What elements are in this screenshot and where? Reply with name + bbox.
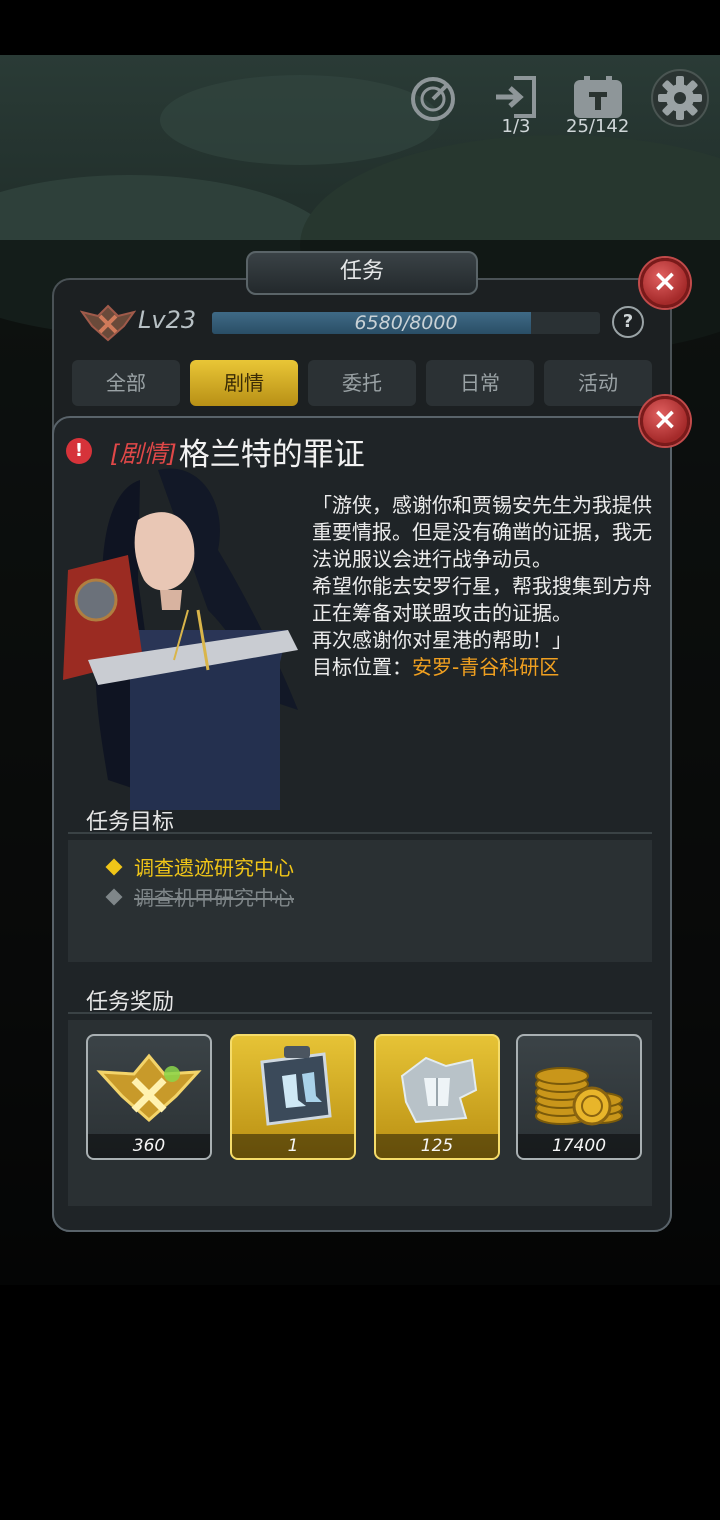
xp-bar: 6580/8000	[212, 312, 600, 334]
rank-badge-icon	[80, 304, 136, 342]
quest-description-line-3: 再次感谢你对星港的帮助！」	[312, 628, 572, 652]
gold-coins-icon	[535, 1067, 623, 1126]
objective-item: 调查机甲研究中心	[105, 882, 294, 911]
calendar-icon	[573, 76, 622, 118]
quest-category-tabs: 全部 剧情 委托 日常 活动	[72, 360, 652, 408]
reward-qty: 17400	[518, 1134, 640, 1158]
modal-close-button[interactable]: ×	[640, 396, 690, 446]
help-button[interactable]: ?	[612, 306, 644, 338]
player-level: Lv23	[138, 306, 197, 334]
calendar-button[interactable]: 25/142	[566, 74, 629, 137]
target-label: 目标位置：	[312, 655, 412, 679]
rank-emblem-icon	[96, 1053, 202, 1123]
objective-item: 调查遗迹研究中心	[105, 852, 294, 881]
tab-all[interactable]: 全部	[72, 360, 180, 406]
reward-qty: 125	[376, 1134, 498, 1158]
quest-description-line-2: 希望你能去安罗行星，帮我搜集到方舟正在筹备对联盟攻击的证据。	[312, 574, 652, 625]
exit-door-icon	[496, 76, 536, 118]
reward-item[interactable]: 125	[374, 1034, 500, 1160]
objective-text: 调查遗迹研究中心	[134, 856, 294, 880]
target-location[interactable]: 安罗-青谷科研区	[412, 655, 559, 679]
radar-icon	[411, 77, 455, 121]
quest-description-line-1: 「游侠，感谢你和贾锡安先生为我提供重要情报。但是没有确凿的证据，我无法说服议会进…	[312, 493, 652, 571]
diamond-icon	[105, 858, 123, 876]
objectives-divider	[68, 832, 652, 834]
xp-text: 6580/8000	[354, 312, 458, 334]
exit-count: 1/3	[501, 116, 531, 137]
radar-button[interactable]	[408, 74, 458, 124]
quest-description: 「游侠，感谢你和贾锡安先生为我提供重要情报。但是没有确凿的证据，我无法说服议会进…	[312, 492, 662, 681]
gear-icon	[651, 69, 709, 127]
rewards-list: 360 1 125 17400	[68, 1020, 652, 1206]
top-hud: 1/3 25/142	[0, 68, 720, 148]
tab-story[interactable]: 剧情	[190, 360, 298, 406]
diamond-icon	[105, 888, 123, 906]
reward-qty: 1	[232, 1134, 354, 1158]
tab-event[interactable]: 活动	[544, 360, 652, 406]
character-portrait	[63, 468, 298, 810]
panel-title: 任务	[246, 251, 478, 295]
armor-boots-blueprint-icon	[260, 1046, 332, 1126]
rewards-divider	[68, 1012, 652, 1014]
calendar-count: 25/142	[566, 116, 630, 137]
settings-button[interactable]	[650, 68, 710, 128]
quest-target: 目标位置：安罗-青谷科研区	[312, 654, 662, 681]
player-level-row: Lv23 6580/8000 ?	[80, 300, 650, 344]
close-icon: ×	[652, 264, 678, 299]
reward-qty: 360	[88, 1134, 210, 1158]
reward-item[interactable]: 1	[230, 1034, 356, 1160]
tab-daily[interactable]: 日常	[426, 360, 534, 406]
tab-commission[interactable]: 委托	[308, 360, 416, 406]
objective-text: 调查机甲研究中心	[134, 886, 294, 910]
reward-item[interactable]: 17400	[516, 1034, 642, 1160]
objectives-list: 调查遗迹研究中心 调查机甲研究中心	[68, 840, 652, 962]
close-icon: ×	[652, 402, 678, 437]
armor-chest-fragment-icon	[400, 1056, 478, 1124]
exit-button[interactable]: 1/3	[492, 74, 540, 137]
reward-item[interactable]: 360	[86, 1034, 212, 1160]
